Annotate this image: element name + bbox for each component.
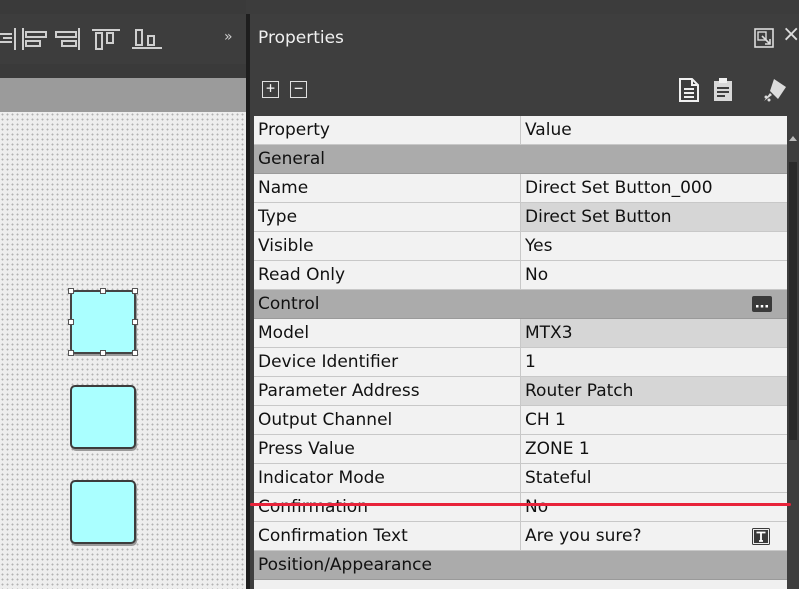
property-row[interactable]: Confirmation No	[254, 493, 787, 522]
close-icon[interactable]: ×	[782, 24, 799, 46]
resize-handle[interactable]	[100, 350, 106, 356]
scroll-up-icon[interactable]	[789, 136, 797, 141]
copy-properties-icon[interactable]	[678, 77, 700, 103]
panel-titlebar: Properties ×	[250, 14, 799, 64]
property-name: Visible	[254, 232, 521, 260]
property-value[interactable]: MTX3	[521, 319, 787, 347]
property-row[interactable]: Press Value ZONE 1	[254, 435, 787, 464]
property-name: Indicator Mode	[254, 464, 521, 492]
alignment-toolbar: »	[0, 14, 246, 64]
collapse-all-button[interactable]: −	[290, 81, 307, 98]
property-value[interactable]: Stateful	[521, 464, 787, 492]
resize-handle[interactable]	[68, 350, 74, 356]
property-name: Output Channel	[254, 406, 521, 434]
property-row[interactable]: Type Direct Set Button	[254, 203, 787, 232]
property-row[interactable]: Parameter Address Router Patch	[254, 377, 787, 406]
align-justify-icon[interactable]	[0, 28, 16, 50]
property-row[interactable]: Model MTX3	[254, 319, 787, 348]
resize-handle[interactable]	[132, 319, 138, 325]
property-name: Parameter Address	[254, 377, 521, 405]
align-top-icon[interactable]	[92, 28, 120, 50]
vertical-scrollbar[interactable]	[787, 116, 799, 589]
property-row[interactable]: Read Only No	[254, 261, 787, 290]
property-name: Type	[254, 203, 521, 231]
property-value[interactable]: Are you sure?	[521, 522, 787, 550]
property-name: Model	[254, 319, 521, 347]
text-edit-icon[interactable]	[752, 528, 770, 545]
paste-properties-icon[interactable]	[712, 77, 734, 103]
property-name: Press Value	[254, 435, 521, 463]
align-right-icon[interactable]	[54, 28, 82, 50]
float-window-icon[interactable]	[753, 27, 775, 49]
resize-handle[interactable]	[100, 288, 106, 294]
align-bottom-icon[interactable]	[132, 28, 162, 50]
property-row[interactable]: Visible Yes	[254, 232, 787, 261]
resize-handle[interactable]	[132, 350, 138, 356]
direct-set-button[interactable]	[70, 480, 136, 544]
property-name: Read Only	[254, 261, 521, 289]
property-row[interactable]: Indicator Mode Stateful	[254, 464, 787, 493]
resize-handle[interactable]	[68, 288, 74, 294]
format-painter-icon[interactable]	[762, 77, 788, 103]
category-label: Position/Appearance	[258, 555, 432, 575]
resize-handle[interactable]	[68, 319, 74, 325]
highlight-underline	[250, 503, 791, 506]
ellipsis-icon[interactable]	[752, 296, 772, 312]
property-value[interactable]: ZONE 1	[521, 435, 787, 463]
property-name: Name	[254, 174, 521, 202]
property-row[interactable]: Output Channel CH 1	[254, 406, 787, 435]
column-header-value: Value	[525, 120, 572, 140]
design-area: »	[0, 0, 246, 589]
property-value[interactable]: CH 1	[521, 406, 787, 434]
canvas-header-bar	[0, 78, 246, 112]
property-value[interactable]: Yes	[521, 232, 787, 260]
properties-toolbar: + −	[250, 64, 799, 112]
property-value[interactable]: Direct Set Button	[521, 203, 787, 231]
property-row[interactable]: Device Identifier 1	[254, 348, 787, 377]
property-value[interactable]: Router Patch	[521, 377, 787, 405]
category-label: General	[258, 149, 325, 169]
category-row[interactable]: Control	[254, 290, 787, 319]
property-row[interactable]: Name Direct Set Button_000	[254, 174, 787, 203]
expand-all-button[interactable]: +	[262, 81, 279, 98]
property-row[interactable]: Confirmation Text Are you sure?	[254, 522, 787, 551]
panel-title: Properties	[258, 28, 344, 48]
property-grid: Property Value General Name Direct Set But…	[254, 116, 787, 589]
property-value[interactable]: No	[521, 493, 787, 521]
align-left-icon[interactable]	[20, 28, 48, 50]
scrollbar-thumb[interactable]	[789, 162, 797, 440]
direct-set-button[interactable]	[70, 385, 136, 449]
grid-header-row: Property Value	[254, 116, 787, 145]
property-value[interactable]: 1	[521, 348, 787, 376]
category-label: Control	[258, 294, 320, 314]
direct-set-button-selected[interactable]	[68, 288, 138, 356]
property-name: Device Identifier	[254, 348, 521, 376]
toolbar-overflow-icon[interactable]: »	[224, 29, 233, 45]
property-value[interactable]: Direct Set Button_000	[521, 174, 787, 202]
property-name: Confirmation Text	[254, 522, 521, 550]
category-row[interactable]: General	[254, 145, 787, 174]
category-row[interactable]: Position/Appearance	[254, 551, 787, 580]
column-header-property: Property	[254, 116, 521, 144]
property-name: Confirmation	[254, 493, 521, 521]
resize-handle[interactable]	[132, 288, 138, 294]
property-value[interactable]: No	[521, 261, 787, 289]
